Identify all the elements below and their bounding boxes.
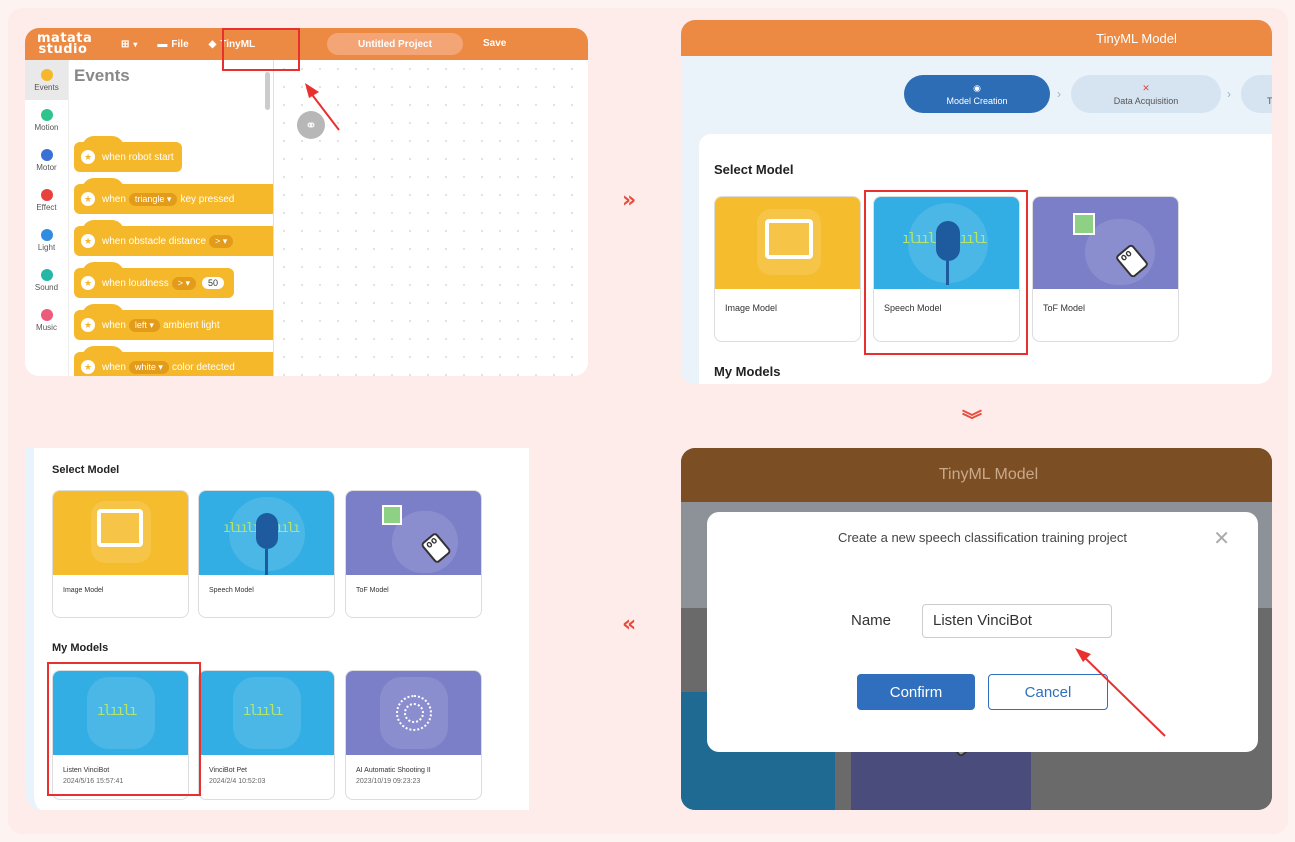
image-model-card[interactable]: Image Model xyxy=(714,196,861,342)
highlight-speech-model xyxy=(864,190,1028,355)
speech-model-card[interactable]: ılıılı ılıılı Speech Model xyxy=(198,490,335,618)
tof-target-icon xyxy=(1073,213,1095,235)
microphone-icon xyxy=(256,513,278,549)
model-label: ToF Model xyxy=(356,587,389,594)
my-models-heading: My Models xyxy=(52,642,109,654)
pointer-arrow-icon xyxy=(305,83,340,131)
tof-model-card[interactable]: ToF Model xyxy=(345,490,482,618)
step-model-creation[interactable]: ◉ Model Creation xyxy=(904,75,1050,113)
highlight-listen-vincibot xyxy=(47,662,201,796)
error-icon: ✕ xyxy=(1142,82,1150,93)
image-icon xyxy=(97,509,143,547)
image-model-card[interactable]: Image Model xyxy=(52,490,189,618)
saved-model-card-ai-shooting[interactable]: AI Automatic Shooting II 2023/10/19 09:2… xyxy=(345,670,482,800)
model-label: VinciBot Pet xyxy=(209,767,248,774)
flow-arrow-down-icon: ︾ xyxy=(962,408,982,432)
waveform-icon: ılıılı xyxy=(243,703,284,719)
model-label: AI Automatic Shooting II xyxy=(356,767,431,774)
pointer-arrow-icon xyxy=(1075,648,1166,737)
step-data-acquisition[interactable]: ✕ Data Acquisition xyxy=(1071,75,1221,113)
tinyml-header: TinyML Model xyxy=(681,20,1272,56)
flow-arrow-right-icon: » xyxy=(622,188,637,213)
tof-model-card[interactable]: ToF Model xyxy=(1032,196,1179,342)
models-list-window: Select Model Image Model ılıılı ılıılı S… xyxy=(26,448,529,810)
step-label: Model Creation xyxy=(946,95,1008,106)
select-model-heading: Select Model xyxy=(714,162,794,177)
image-icon xyxy=(765,219,813,259)
step-label: Tr xyxy=(1267,96,1272,106)
step-label: Data Acquisition xyxy=(1113,95,1179,106)
rings-icon xyxy=(404,703,424,723)
flow-arrow-left-icon: « xyxy=(622,612,637,637)
model-label: Image Model xyxy=(63,587,104,594)
step-progress: ◉ Model Creation › ✕ Data Acquisition › Tr xyxy=(681,75,1272,115)
select-model-heading: Select Model xyxy=(52,464,120,476)
studio-window: matata studio ⊞ ▾ ▬ File ◆ TinyML Untitled … xyxy=(25,28,588,376)
tinyml-model-window: TinyML Model ◉ Model Creation › ✕ Data Acq… xyxy=(681,20,1272,384)
model-label: ToF Model xyxy=(1043,303,1086,313)
model-date: 2024/2/4 10:52:03 xyxy=(209,778,266,785)
tof-target-icon xyxy=(382,505,402,525)
step-training[interactable]: Tr xyxy=(1241,75,1272,113)
radio-icon: ◉ xyxy=(973,82,981,93)
model-label: Image Model xyxy=(725,303,778,313)
my-models-heading: My Models xyxy=(714,364,781,379)
chevron-right-icon: › xyxy=(1057,87,1061,101)
model-label: Speech Model xyxy=(209,587,254,594)
saved-model-card-vincibot-pet[interactable]: ılıılı VinciBot Pet 2024/2/4 10:52:03 xyxy=(198,670,335,800)
model-date: 2023/10/19 09:23:23 xyxy=(356,778,421,785)
microphone-stand xyxy=(265,549,268,575)
chevron-right-icon: › xyxy=(1227,87,1231,101)
create-project-window: TinyML Model Create a new speech classif… xyxy=(681,448,1272,810)
